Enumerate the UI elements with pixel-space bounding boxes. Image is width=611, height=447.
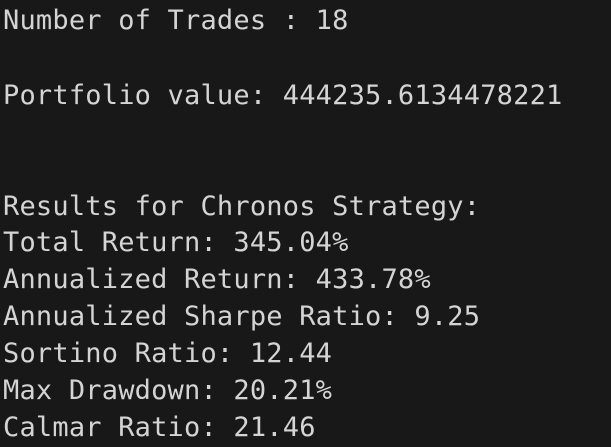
terminal-output: Number of Trades : 18 Portfolio value: 4… <box>0 0 611 447</box>
portfolio-value-line: Portfolio value: 444235.6134478221 <box>3 80 563 111</box>
sharpe-ratio-line: Annualized Sharpe Ratio: 9.25 <box>3 301 481 332</box>
total-return-line: Total Return: 345.04% <box>3 227 349 258</box>
results-header-line: Results for Chronos Strategy: <box>3 191 481 222</box>
trades-count-line: Number of Trades : 18 <box>3 5 349 36</box>
calmar-ratio-line: Calmar Ratio: 21.46 <box>3 412 316 443</box>
sortino-ratio-line: Sortino Ratio: 12.44 <box>3 338 333 369</box>
annualized-return-line: Annualized Return: 433.78% <box>3 264 431 295</box>
max-drawdown-line: Max Drawdown: 20.21% <box>3 375 333 406</box>
